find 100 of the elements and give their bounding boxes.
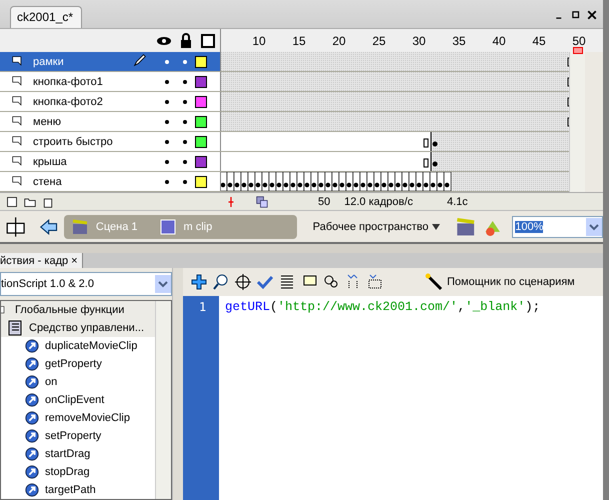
layer-row[interactable]: кнопка-фото2: [0, 92, 221, 112]
script-assist-button[interactable]: Помощник по сценариям: [425, 273, 575, 291]
layer-color-swatch[interactable]: [195, 156, 207, 168]
trash-icon[interactable]: [42, 196, 54, 208]
action-icon[interactable]: [25, 429, 39, 443]
clapper-icon[interactable]: [456, 216, 476, 237]
frame-rate: 12.0 кадров/с: [344, 196, 413, 208]
lock-dot[interactable]: [183, 180, 187, 184]
layer-name: кнопка-фото1: [33, 76, 104, 88]
close-icon[interactable]: [587, 10, 597, 20]
tree-item[interactable]: Глобальные функции: [1, 301, 155, 319]
layer-row[interactable]: кнопка-фото1: [0, 72, 221, 92]
clapper-icon[interactable]: [72, 218, 88, 235]
action-icon[interactable]: [25, 483, 39, 497]
dropdown-icon[interactable]: [155, 275, 171, 293]
layer-name: строить быстро: [33, 136, 114, 148]
playhead-icon[interactable]: [573, 47, 583, 54]
lock-dot[interactable]: [183, 140, 187, 144]
visibility-dot[interactable]: [165, 120, 169, 124]
lock-dot[interactable]: [183, 120, 187, 124]
dropdown-icon[interactable]: [586, 218, 602, 236]
layer-row[interactable]: строить быстро: [0, 132, 221, 152]
layer-name: кнопка-фото2: [33, 96, 104, 108]
action-icon[interactable]: [25, 447, 39, 461]
lock-dot[interactable]: [183, 160, 187, 164]
layer-icon[interactable]: [12, 56, 23, 68]
format-icon[interactable]: [279, 274, 295, 290]
wand-icon: [425, 273, 443, 291]
panel-tab[interactable]: йствия - кадр ×: [0, 253, 83, 268]
search-icon[interactable]: [213, 274, 229, 290]
lock-dot[interactable]: [183, 80, 187, 84]
action-icon[interactable]: [25, 357, 39, 371]
layer-name: стена: [33, 176, 63, 188]
frame-number: 45: [532, 34, 546, 48]
layer-icon[interactable]: [12, 96, 23, 108]
layer-color-swatch[interactable]: [195, 56, 207, 68]
folder-icon[interactable]: [24, 196, 36, 208]
layer-icon[interactable]: [12, 136, 23, 148]
layer-icon[interactable]: [12, 76, 23, 88]
playhead-icon[interactable]: [226, 194, 236, 209]
visibility-dot[interactable]: [165, 140, 169, 144]
layer-name: меню: [33, 116, 62, 128]
zoom-field[interactable]: 100%: [512, 216, 603, 238]
version-select[interactable]: tionScript 1.0 & 2.0: [0, 272, 172, 296]
frame-number: 50: [572, 34, 586, 48]
add-icon[interactable]: [191, 274, 207, 290]
outline-icon[interactable]: [200, 32, 216, 49]
frame-number: 15: [292, 34, 306, 48]
lock-dot[interactable]: [183, 100, 187, 104]
frame-number: 10: [252, 34, 266, 48]
scrollbar[interactable]: [569, 52, 585, 192]
visibility-dot[interactable]: [165, 180, 169, 184]
movie-clip-icon[interactable]: [160, 218, 176, 235]
layer-name: крыша: [33, 156, 68, 168]
layer-name: рамки: [33, 56, 65, 68]
scrollbar[interactable]: [155, 301, 171, 499]
layer-color-swatch[interactable]: [195, 136, 207, 148]
timeline-icon[interactable]: [6, 216, 26, 237]
debug-icon[interactable]: [323, 274, 339, 290]
line-number: 1: [198, 299, 208, 314]
layer-color-swatch[interactable]: [195, 96, 207, 108]
layer-icon[interactable]: [12, 176, 23, 188]
layer-row[interactable]: меню: [0, 112, 221, 132]
new-layer-icon[interactable]: [6, 196, 18, 208]
frame-number: 20: [332, 34, 346, 48]
lock-icon[interactable]: [178, 32, 194, 49]
visibility-dot[interactable]: [165, 100, 169, 104]
onion-skin-icon[interactable]: [256, 196, 268, 208]
action-icon[interactable]: [25, 339, 39, 353]
workspace-menu[interactable]: Рабочее пространство: [312, 220, 440, 233]
visibility-dot[interactable]: [165, 160, 169, 164]
frame-number: 35: [452, 34, 466, 48]
checkmark-icon[interactable]: [257, 274, 273, 290]
back-arrow-icon[interactable]: [38, 218, 58, 236]
frame-number: 40: [492, 34, 506, 48]
pencil-icon[interactable]: [133, 53, 147, 68]
layer-row[interactable]: крыша: [0, 152, 221, 172]
layer-color-swatch[interactable]: [195, 116, 207, 128]
code-editor[interactable]: getURL('http://www.ck2001.com/','_blank');: [219, 296, 603, 500]
tree-item[interactable]: Средство управлени...: [1, 319, 155, 337]
target-icon[interactable]: [235, 274, 251, 290]
layer-icon[interactable]: [12, 116, 23, 128]
action-icon[interactable]: [25, 411, 39, 425]
action-icon[interactable]: [25, 465, 39, 479]
layer-color-swatch[interactable]: [195, 76, 207, 88]
visibility-dot[interactable]: [165, 60, 169, 64]
restore-icon[interactable]: [571, 10, 581, 20]
action-icon[interactable]: [25, 375, 39, 389]
layer-color-swatch[interactable]: [195, 176, 207, 188]
document-tab[interactable]: ck2001_c*: [10, 6, 82, 28]
layer-icon[interactable]: [12, 156, 23, 168]
caret-icon: [432, 224, 440, 230]
visibility-dot[interactable]: [165, 80, 169, 84]
current-frame: 50: [318, 196, 330, 208]
collapse-selection-icon[interactable]: [367, 274, 383, 290]
action-icon[interactable]: [25, 393, 39, 407]
lock-dot[interactable]: [183, 60, 187, 64]
layer-row[interactable]: рамки: [0, 52, 221, 72]
elapsed-time: 4.1с: [446, 196, 468, 208]
close-icon[interactable]: ×: [71, 254, 78, 267]
